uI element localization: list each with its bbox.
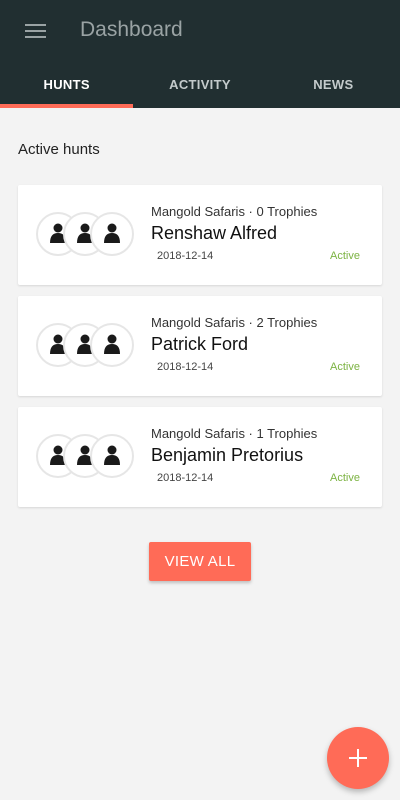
- avatar-group: [36, 212, 136, 256]
- section-heading: Active hunts: [18, 141, 100, 158]
- hunt-name: Benjamin Pretorius: [151, 445, 304, 465]
- hunt-card[interactable]: Mangold Safaris · 2 Trophies Patrick For…: [18, 296, 382, 396]
- tab-hunts[interactable]: HUNTS: [0, 60, 133, 108]
- hunt-subtitle: Mangold Safaris · 2 Trophies: [151, 315, 318, 330]
- avatar-group: [36, 434, 136, 478]
- hunt-card[interactable]: Mangold Safaris · 1 Trophies Benjamin Pr…: [18, 407, 382, 507]
- hunt-name: Patrick Ford: [151, 334, 249, 354]
- hunt-name: Renshaw Alfred: [151, 223, 278, 243]
- status-badge: Active: [330, 250, 360, 262]
- add-hunt-button[interactable]: [327, 727, 389, 789]
- status-badge: Active: [330, 361, 360, 373]
- tab-activity[interactable]: ACTIVITY: [133, 60, 266, 108]
- person-icon: [90, 323, 134, 367]
- view-all-button[interactable]: VIEW ALL: [149, 542, 251, 581]
- tab-bar: HUNTS ACTIVITY NEWS: [0, 60, 400, 108]
- active-tab-indicator: [0, 104, 133, 108]
- app-bar: Dashboard HUNTS ACTIVITY NEWS: [0, 0, 400, 108]
- hamburger-menu-icon[interactable]: [16, 16, 56, 48]
- hunt-date: 2018-12-14: [157, 250, 214, 262]
- hunt-card[interactable]: Mangold Safaris · 0 Trophies Renshaw Alf…: [18, 185, 382, 285]
- hunt-date: 2018-12-14: [157, 361, 214, 373]
- person-icon: [90, 434, 134, 478]
- person-icon: [90, 212, 134, 256]
- avatar-group: [36, 323, 136, 367]
- hunt-list: Mangold Safaris · 0 Trophies Renshaw Alf…: [18, 185, 382, 518]
- tab-news[interactable]: NEWS: [267, 60, 400, 108]
- page-title: Dashboard: [80, 18, 183, 41]
- status-badge: Active: [330, 472, 360, 484]
- hunt-subtitle: Mangold Safaris · 0 Trophies: [151, 204, 318, 219]
- hunt-date: 2018-12-14: [157, 472, 214, 484]
- hunt-subtitle: Mangold Safaris · 1 Trophies: [151, 426, 318, 441]
